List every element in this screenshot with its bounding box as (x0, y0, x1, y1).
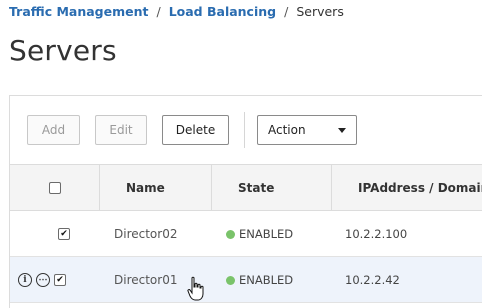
row-select-cell (58, 211, 70, 257)
row-checkbox[interactable] (58, 228, 70, 240)
server-ip: 10.2.2.42 (345, 273, 400, 287)
breadcrumb-separator: / (156, 4, 161, 19)
action-dropdown-label: Action (268, 123, 306, 137)
toolbar-divider (244, 112, 245, 148)
delete-button[interactable]: Delete (162, 115, 229, 145)
server-state-label: ENABLED (239, 273, 294, 287)
status-dot-icon (226, 275, 235, 285)
breadcrumb-separator: / (284, 4, 289, 19)
add-button[interactable]: Add (27, 115, 80, 145)
server-ip: 10.2.2.100 (345, 227, 408, 241)
column-header-state[interactable]: State (211, 165, 331, 211)
more-icon[interactable]: ⋯ (36, 273, 50, 287)
row-checkbox[interactable] (54, 274, 66, 286)
server-state: ENABLED (226, 257, 293, 303)
table-header: Name State IPAddress / Domain (10, 164, 482, 211)
server-state-label: ENABLED (239, 227, 294, 241)
toolbar: Add Edit Delete Action (10, 96, 482, 164)
action-dropdown[interactable]: Action (257, 115, 357, 145)
table-row[interactable]: Director02 ENABLED 10.2.2.100 (10, 211, 482, 257)
server-name: Director01 (114, 273, 178, 287)
breadcrumb-traffic-management[interactable]: Traffic Management (9, 4, 148, 19)
page-title: Servers (9, 34, 117, 67)
column-header-name[interactable]: Name (99, 165, 211, 211)
status-dot-icon (226, 229, 235, 239)
select-all-checkbox[interactable] (48, 182, 61, 194)
table-row[interactable]: i ⋯ Director01 ENABLED 10.2.2.42 (10, 257, 482, 303)
column-header-ip[interactable]: IPAddress / Domain (331, 165, 482, 211)
caret-down-icon (338, 127, 346, 133)
breadcrumb-current: Servers (296, 4, 344, 19)
hand-cursor-icon (187, 276, 204, 301)
edit-button[interactable]: Edit (95, 115, 147, 145)
server-state: ENABLED (226, 211, 293, 257)
server-name: Director02 (114, 227, 178, 241)
info-icon[interactable]: i (18, 273, 32, 287)
breadcrumb-load-balancing[interactable]: Load Balancing (169, 4, 276, 19)
servers-panel: Add Edit Delete Action Name State IPAddr… (9, 95, 482, 308)
row-actions: i ⋯ (18, 257, 66, 303)
breadcrumb: Traffic Management / Load Balancing / Server… (9, 4, 344, 19)
header-select-cell (10, 165, 99, 211)
